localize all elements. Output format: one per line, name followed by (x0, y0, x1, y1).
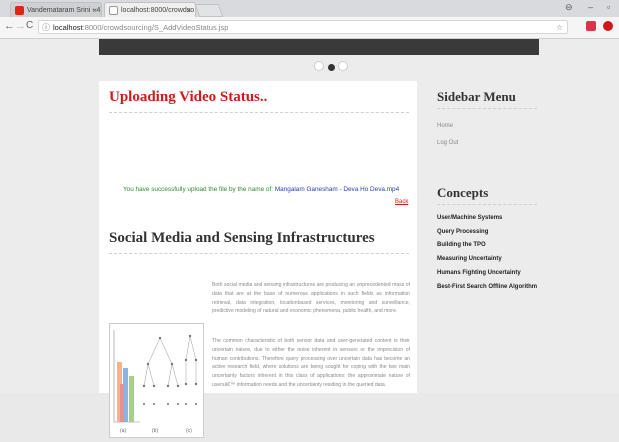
page-content: Uploading Video Status.. You have succes… (0, 39, 619, 438)
back-arrow-icon[interactable]: ← (4, 20, 15, 32)
paragraph-uncertainty: The common characteristic of both sensor… (212, 338, 410, 388)
divider (437, 108, 537, 109)
concept-item[interactable]: Query Processing (437, 229, 488, 235)
main-content: Uploading Video Status.. You have succes… (99, 81, 417, 438)
slider-dot-active[interactable] (328, 64, 335, 71)
address-toolbar: ← → C ⓘ localhost:8000/crowdsourcing/S_A… (0, 17, 619, 39)
url-path: :8000/crowdsourcing/S_AddVideoStatus.jsp (82, 23, 229, 32)
figure-graphic: (a) (b) (c) (113, 330, 198, 434)
slider-dots (314, 58, 349, 76)
url-input[interactable]: ⓘ localhost:8000/crowdsourcing/S_AddVide… (38, 20, 568, 34)
stop-extension-icon[interactable] (603, 21, 613, 31)
tab-title: localhost:8000/crowdso (121, 7, 195, 14)
tab-vandemataram[interactable]: Vandemataram Srini - 4) × (10, 2, 102, 17)
concept-item[interactable]: User/Machine Systems (437, 215, 502, 221)
page-icon (109, 6, 118, 15)
close-icon[interactable]: × (186, 3, 191, 17)
extension-icon[interactable] (586, 21, 596, 31)
sidebar-menu-title: Sidebar Menu (437, 89, 516, 104)
uploaded-filename: Mangalam Ganesham - Deva Ho Deva.mp4 (274, 186, 400, 193)
tab-localhost[interactable]: localhost:8000/crowdso × (104, 2, 196, 17)
paragraph-intro: Both social media and sensing infrastruc… (212, 282, 410, 315)
sidebar-item-home[interactable]: Home (437, 123, 453, 129)
sidebar-item-logout[interactable]: Log Out (437, 140, 458, 146)
section-title: Social Media and Sensing Infrastructures (109, 230, 375, 246)
divider (109, 253, 409, 254)
hero-slider-image (99, 39, 539, 55)
slider-dot[interactable] (314, 61, 324, 71)
tab-bar: Vandemataram Srini - 4) × localhost:8000… (0, 0, 619, 17)
youtube-icon (15, 6, 24, 15)
reload-icon[interactable]: C (26, 20, 33, 31)
minimize-button[interactable]: – (588, 2, 593, 12)
new-tab-button[interactable] (194, 4, 224, 17)
forward-arrow-icon[interactable]: → (15, 20, 26, 32)
concepts-title: Concepts (437, 185, 489, 200)
figure-caption-a: (a) (120, 428, 126, 434)
close-icon[interactable]: × (92, 3, 97, 17)
slider-dot[interactable] (338, 61, 348, 71)
uncertainty-figure: (a) (b) (c) (109, 323, 204, 438)
divider (437, 204, 537, 205)
tab-title: Vandemataram Srini - (27, 7, 97, 14)
figure-caption-c: (c) (186, 428, 192, 434)
divider (109, 112, 409, 113)
concept-item[interactable]: Humans Fighting Uncertainty (437, 270, 521, 276)
concept-item[interactable]: Best-First Search Offline Algorithm (437, 284, 537, 290)
tab-audio-badge: 4) (96, 7, 101, 14)
bookmark-star-icon[interactable]: ☆ (556, 21, 563, 35)
concept-item[interactable]: Building the TPO (437, 242, 486, 248)
info-icon[interactable]: ⓘ (42, 21, 50, 35)
profile-icon[interactable]: ⊖ (565, 2, 573, 13)
success-prefix: You have successfully upload the file by… (123, 186, 275, 193)
figure-caption-b: (b) (152, 428, 158, 434)
url-host: localhost (53, 23, 83, 32)
upload-success-message: You have successfully upload the file by… (123, 186, 399, 193)
concept-item[interactable]: Measuring Uncertainty (437, 256, 502, 262)
upload-status-title: Uploading Video Status.. (109, 89, 268, 105)
maximize-button[interactable]: ▫ (607, 2, 610, 12)
back-link[interactable]: Back (395, 199, 408, 205)
